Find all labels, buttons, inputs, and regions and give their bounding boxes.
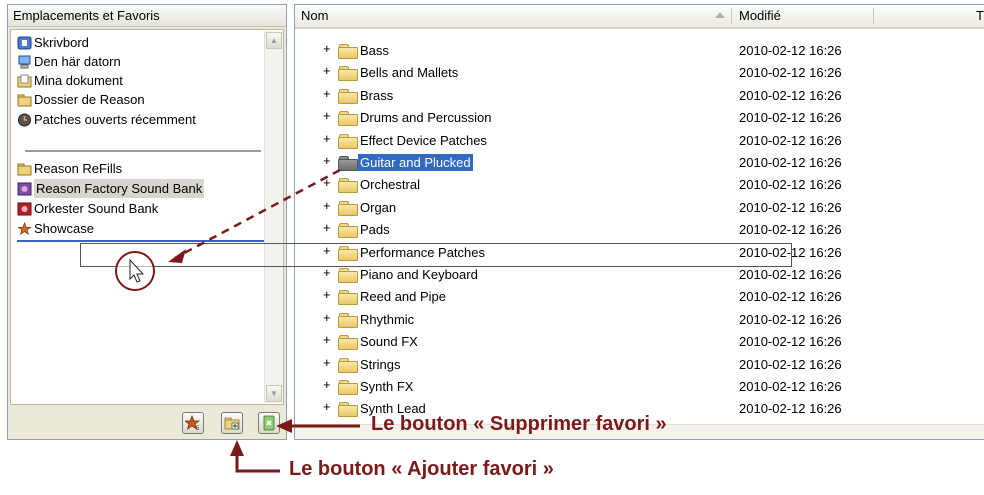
add-favorite-callout: Le bouton « Ajouter favori »	[289, 458, 554, 480]
drag-arrow-head	[168, 249, 186, 263]
add-callout-head	[230, 440, 244, 456]
remove-favorite-callout: Le bouton « Supprimer favori »	[371, 413, 667, 435]
drag-arrow	[174, 168, 341, 260]
remove-callout-head	[276, 419, 292, 433]
